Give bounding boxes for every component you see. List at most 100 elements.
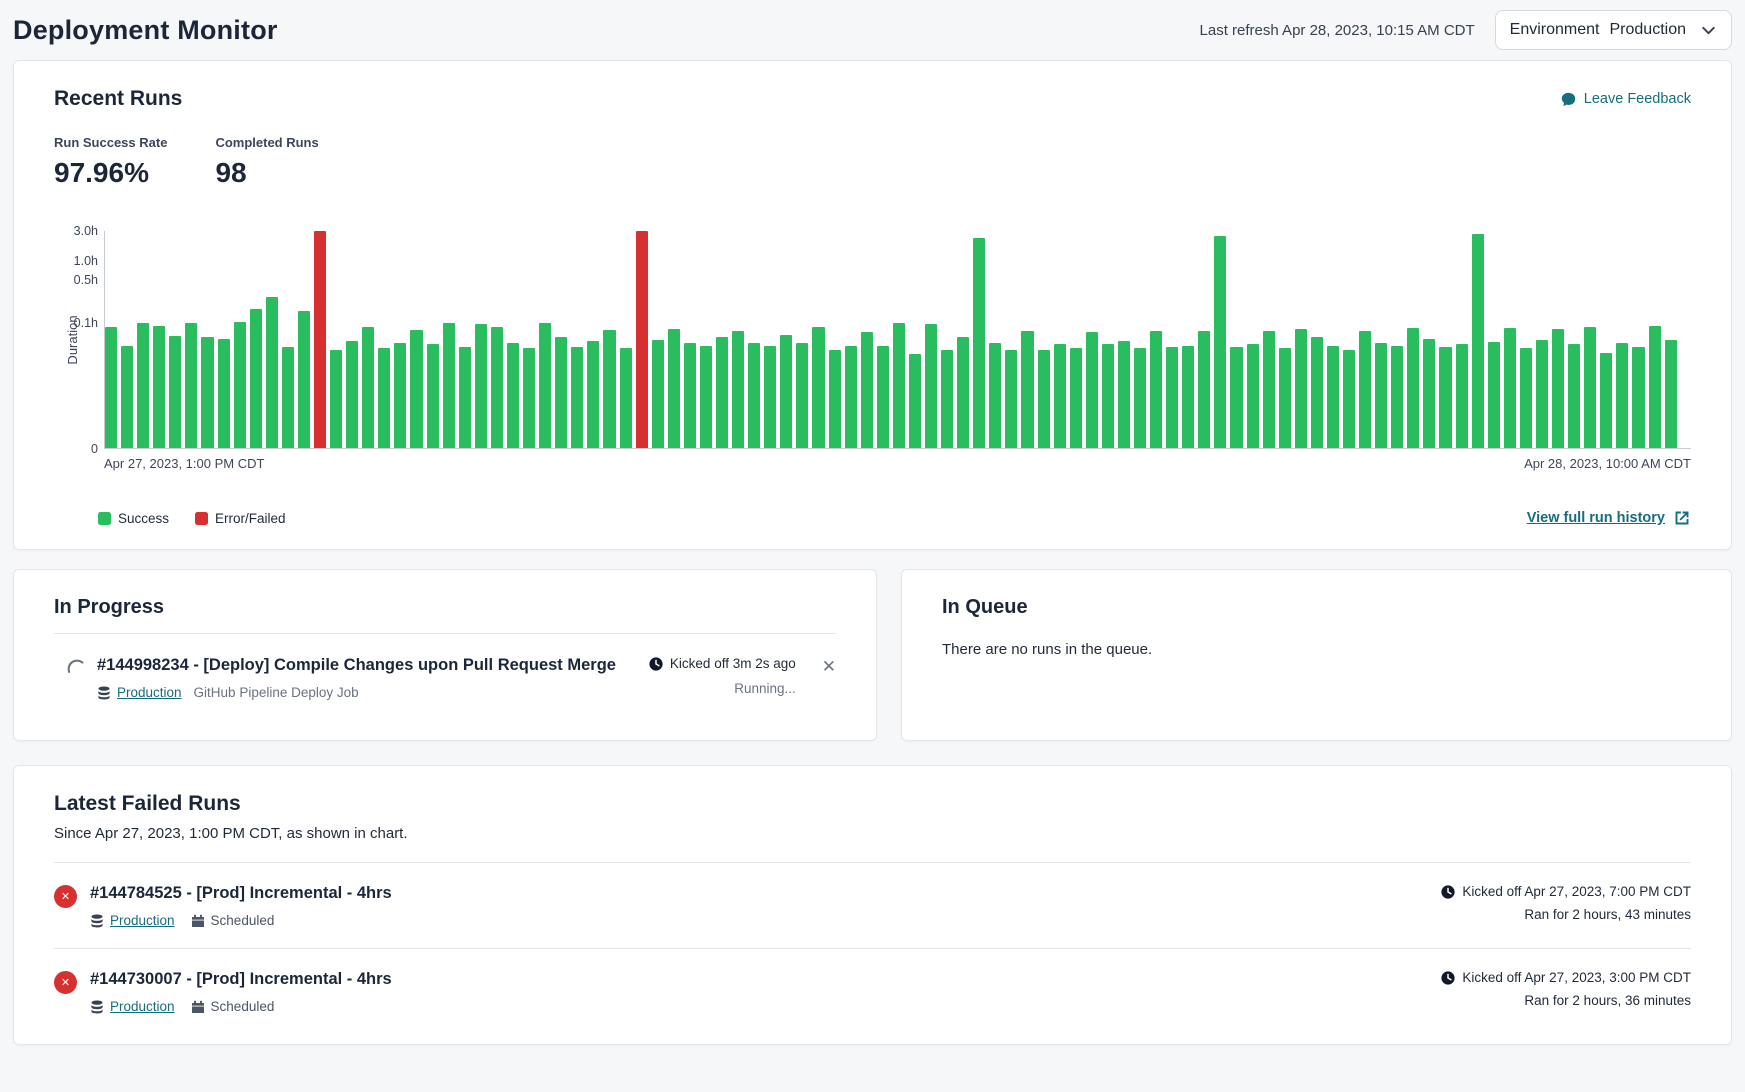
run-bar-success[interactable] [829, 350, 841, 448]
run-bar-success[interactable] [1005, 350, 1017, 448]
run-bar-success[interactable] [732, 331, 744, 449]
run-bar-success[interactable] [1150, 331, 1162, 449]
run-bar-success[interactable] [169, 336, 181, 448]
run-bar-success[interactable] [185, 323, 197, 448]
run-bar-success[interactable] [1198, 331, 1210, 449]
run-bar-success[interactable] [234, 322, 246, 448]
run-bar-success[interactable] [475, 324, 487, 448]
run-bar-success[interactable] [266, 297, 278, 448]
run-bar-success[interactable] [1665, 340, 1677, 448]
run-bar-success[interactable] [1359, 331, 1371, 449]
run-bar-success[interactable] [491, 327, 503, 448]
run-bar-success[interactable] [137, 323, 149, 448]
run-bar-success[interactable] [780, 335, 792, 448]
run-bar-success[interactable] [941, 350, 953, 448]
run-bar-success[interactable] [716, 337, 728, 448]
run-bar-success[interactable] [796, 343, 808, 448]
run-bar-success[interactable] [1649, 326, 1661, 448]
run-bar-success[interactable] [925, 324, 937, 448]
close-icon[interactable]: ✕ [822, 657, 836, 677]
run-bar-success[interactable] [1214, 236, 1226, 448]
run-bar-success[interactable] [298, 311, 310, 448]
run-bar-success[interactable] [1568, 344, 1580, 448]
run-bar-success[interactable] [1391, 346, 1403, 448]
run-bar-success[interactable] [1552, 329, 1564, 448]
run-bar-success[interactable] [1520, 348, 1532, 448]
run-bar-success[interactable] [957, 337, 969, 448]
run-bar-success[interactable] [443, 323, 455, 448]
run-bar-success[interactable] [523, 348, 535, 448]
run-bar-success[interactable] [1504, 328, 1516, 448]
run-bar-success[interactable] [973, 238, 985, 448]
run-bar-success[interactable] [1263, 331, 1275, 449]
run-bar-success[interactable] [748, 343, 760, 448]
run-bar-success[interactable] [909, 354, 921, 448]
run-bar-success[interactable] [1488, 342, 1500, 448]
run-bar-success[interactable] [507, 343, 519, 448]
run-bar-success[interactable] [1407, 328, 1419, 448]
run-bar-success[interactable] [877, 346, 889, 448]
environment-link[interactable]: Production [110, 999, 175, 1014]
run-bar-success[interactable] [378, 348, 390, 448]
run-bar-success[interactable] [861, 332, 873, 448]
run-bar-success[interactable] [668, 329, 680, 448]
view-full-run-history-link[interactable]: View full run history [1527, 509, 1691, 527]
run-bar-success[interactable] [394, 343, 406, 448]
run-bar-success[interactable] [330, 350, 342, 448]
run-bar-success[interactable] [1584, 327, 1596, 448]
run-bar-success[interactable] [1439, 347, 1451, 448]
run-bar-success[interactable] [587, 341, 599, 448]
run-bar-success[interactable] [1295, 329, 1307, 448]
run-bar-success[interactable] [250, 309, 262, 448]
run-bar-success[interactable] [620, 348, 632, 448]
run-bar-success[interactable] [571, 347, 583, 448]
run-bar-success[interactable] [555, 337, 567, 448]
run-bar-success[interactable] [410, 330, 422, 448]
run-bar-success[interactable] [153, 326, 165, 448]
run-bar-success[interactable] [1343, 350, 1355, 448]
environment-dropdown[interactable]: Environment Production [1495, 10, 1732, 50]
run-bar-success[interactable] [603, 330, 615, 448]
run-bar-success[interactable] [121, 346, 133, 448]
run-bar-success[interactable] [1600, 353, 1612, 448]
run-bar-success[interactable] [1616, 343, 1628, 448]
run-bar-success[interactable] [684, 343, 696, 448]
run-bar-success[interactable] [1247, 344, 1259, 448]
run-bar-success[interactable] [459, 347, 471, 448]
run-bar-success[interactable] [1230, 347, 1242, 448]
run-bar-success[interactable] [1472, 234, 1484, 448]
run-bar-success[interactable] [1182, 346, 1194, 448]
run-bar-success[interactable] [1375, 343, 1387, 448]
run-bar-success[interactable] [1118, 341, 1130, 448]
run-bar-success[interactable] [1166, 347, 1178, 448]
run-bar-success[interactable] [652, 340, 664, 448]
run-bar-success[interactable] [362, 327, 374, 448]
run-bar-success[interactable] [764, 346, 776, 448]
run-bar-success[interactable] [989, 343, 1001, 448]
run-bar-error[interactable] [636, 231, 648, 448]
environment-link[interactable]: Production [117, 685, 182, 700]
run-bar-success[interactable] [1311, 337, 1323, 448]
environment-link[interactable]: Production [110, 913, 175, 928]
run-bar-success[interactable] [218, 339, 230, 448]
leave-feedback-link[interactable]: Leave Feedback [1560, 91, 1691, 108]
run-bar-success[interactable] [1536, 340, 1548, 448]
run-bar-success[interactable] [1086, 332, 1098, 448]
run-bar-error[interactable] [314, 231, 326, 448]
run-bar-success[interactable] [1054, 344, 1066, 448]
run-bar-success[interactable] [1456, 344, 1468, 448]
run-bar-success[interactable] [845, 346, 857, 448]
run-bar-success[interactable] [1134, 348, 1146, 448]
run-bar-success[interactable] [282, 347, 294, 448]
run-bar-success[interactable] [1327, 346, 1339, 448]
run-bar-success[interactable] [700, 346, 712, 448]
run-bar-success[interactable] [1070, 348, 1082, 448]
run-bar-success[interactable] [1021, 331, 1033, 449]
run-bar-success[interactable] [427, 344, 439, 448]
run-bar-success[interactable] [105, 327, 117, 448]
run-bar-success[interactable] [1279, 348, 1291, 448]
run-bar-success[interactable] [1038, 350, 1050, 448]
run-bar-success[interactable] [1632, 347, 1644, 448]
run-bar-success[interactable] [201, 337, 213, 448]
run-bar-success[interactable] [1102, 344, 1114, 448]
